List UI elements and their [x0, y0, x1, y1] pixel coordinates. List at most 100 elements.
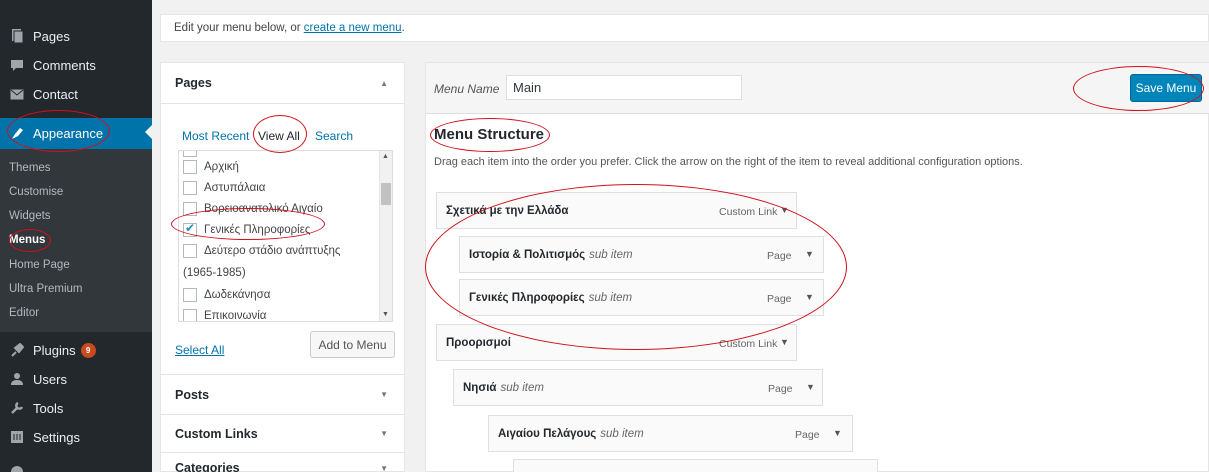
admin-sidebar: Pages Comments Contact Appearance Themes…: [0, 0, 152, 472]
checkbox[interactable]: [183, 202, 197, 216]
caret-up-icon: ▲: [380, 78, 388, 88]
caret-down-icon: ▼: [380, 463, 388, 472]
sidebar-item-label: Appearance: [33, 126, 104, 141]
posts-section-header[interactable]: Posts ▼: [161, 374, 404, 415]
item-toggle-arrow-icon[interactable]: ▼: [805, 292, 814, 302]
list-item[interactable]: Αρχική: [183, 160, 239, 174]
menu-item-type: Custom Link: [719, 206, 778, 218]
menu-item-title: Γενικές Πληροφορίες sub item: [469, 292, 633, 304]
checkbox[interactable]: [183, 288, 197, 302]
list-item[interactable]: Βορειοανατολικό Αιγαίο: [183, 202, 323, 216]
item-toggle-arrow-icon[interactable]: ▼: [806, 382, 815, 392]
item-toggle-arrow-icon[interactable]: ▼: [780, 205, 789, 215]
sidebar-item-users[interactable]: Users: [0, 365, 152, 393]
menu-item-title: Ιστορία & Πολιτισμός sub item: [469, 249, 633, 261]
appearance-submenu: Themes Customise Widgets Menus Home Page…: [0, 149, 152, 332]
edit-menu-notice: Edit your menu below, or create a new me…: [160, 14, 1209, 42]
scroll-up-icon[interactable]: ▲: [382, 153, 389, 160]
create-new-menu-link[interactable]: create a new menu: [304, 22, 402, 34]
tab-search[interactable]: Search: [315, 129, 353, 143]
menu-item[interactable]: Προορισμοί Custom Link ▼: [436, 324, 797, 361]
menu-editor-header: Menu Name Save Menu: [426, 63, 1209, 114]
item-toggle-arrow-icon[interactable]: ▼: [805, 249, 814, 259]
sidebar-item-appearance[interactable]: Appearance: [0, 118, 152, 149]
checkbox-checked[interactable]: [183, 221, 197, 237]
page-label: Γενικές Πληροφορίες: [204, 224, 311, 236]
item-toggle-arrow-icon[interactable]: ▼: [780, 337, 789, 347]
checklist-scrollbar[interactable]: ▲ ▼: [379, 151, 392, 321]
menu-item[interactable]: Αιγαίου Πελάγους sub item Page ▼: [488, 415, 853, 452]
menu-item[interactable]: Νησιά sub item Page ▼: [453, 369, 823, 406]
pages-section-header[interactable]: Pages ▲: [161, 63, 404, 104]
menu-editor: Menu Name Save Menu Menu Structure Drag …: [425, 62, 1209, 472]
checkbox[interactable]: [183, 160, 197, 174]
submenu-customise[interactable]: Customise: [9, 186, 63, 198]
circle-icon: [9, 464, 25, 472]
paintbrush-icon: [9, 126, 25, 142]
comments-icon: [9, 57, 25, 73]
sidebar-item-label: Comments: [33, 57, 96, 73]
sidebar-item-comments[interactable]: Comments: [0, 51, 152, 79]
sidebar-item-pages[interactable]: Pages: [0, 22, 152, 50]
menu-structure-title: Menu Structure: [434, 126, 545, 143]
sub-item-label: sub item: [500, 382, 544, 394]
pages-checklist: Αρχική Αστυπάλαια Βορειοανατολικό Αιγαίο…: [178, 150, 393, 322]
scroll-down-icon[interactable]: ▼: [382, 311, 389, 318]
sidebar-item-settings[interactable]: Settings: [0, 423, 152, 451]
sidebar-item-tools[interactable]: Tools: [0, 394, 152, 422]
checkbox[interactable]: [183, 309, 197, 321]
sub-item-label: sub item: [589, 249, 633, 261]
tab-view-all[interactable]: View All: [258, 129, 300, 143]
submenu-widgets[interactable]: Widgets: [9, 210, 51, 222]
menu-name-input[interactable]: [506, 75, 742, 100]
submenu-home-page[interactable]: Home Page: [9, 259, 70, 271]
add-to-menu-button[interactable]: Add to Menu: [310, 331, 395, 358]
menu-name-label: Menu Name: [434, 82, 500, 96]
page-label: Επικοινωνία: [204, 310, 267, 322]
menu-item[interactable]: [513, 459, 878, 472]
sidebar-item-contact[interactable]: Contact: [0, 80, 152, 108]
menu-item-type: Page: [768, 383, 793, 395]
section-title: Posts: [175, 387, 210, 402]
save-menu-button[interactable]: Save Menu: [1130, 74, 1202, 102]
submenu-ultra-premium[interactable]: Ultra Premium: [9, 283, 82, 295]
section-title: Categories: [175, 461, 240, 472]
checkbox[interactable]: [183, 151, 197, 157]
scrollbar-thumb[interactable]: [381, 183, 391, 205]
list-item[interactable]: Επικοινωνία: [183, 309, 267, 322]
item-toggle-arrow-icon[interactable]: ▼: [833, 428, 842, 438]
list-item[interactable]: Δεύτερο στάδιο ανάπτυξης: [183, 244, 340, 258]
list-item[interactable]: Αστυπάλαια: [183, 181, 265, 195]
menu-item-title: Νησιά sub item: [463, 382, 544, 394]
tab-most-recent[interactable]: Most Recent: [182, 129, 249, 143]
menu-item-title: Αιγαίου Πελάγους sub item: [498, 428, 644, 440]
menu-item[interactable]: Ιστορία & Πολιτισμός sub item Page ▼: [459, 236, 824, 273]
submenu-editor[interactable]: Editor: [9, 307, 39, 319]
list-item[interactable]: Δωδεκάνησα: [183, 288, 270, 302]
page-label: Αρχική: [204, 161, 239, 173]
caret-down-icon: ▼: [380, 429, 388, 438]
checkbox[interactable]: [183, 181, 197, 195]
submenu-menus[interactable]: Menus: [9, 234, 45, 246]
menu-item[interactable]: Γενικές Πληροφορίες sub item Page ▼: [459, 279, 824, 316]
sub-item-label: sub item: [588, 292, 633, 304]
menu-item[interactable]: Σχετικά με την Ελλάδα Custom Link ▼: [436, 192, 797, 229]
page-label: Δωδεκάνησα: [204, 289, 271, 301]
list-item[interactable]: [183, 151, 204, 157]
section-title: Pages: [175, 76, 212, 90]
sidebar-item-collapse[interactable]: [0, 458, 152, 472]
categories-section-header[interactable]: Categories ▼: [161, 453, 404, 472]
list-item[interactable]: Γενικές Πληροφορίες: [183, 221, 311, 237]
page-label: Δεύτερο στάδιο ανάπτυξης: [204, 245, 341, 257]
custom-links-section-header[interactable]: Custom Links ▼: [161, 415, 404, 453]
submenu-themes[interactable]: Themes: [9, 162, 51, 174]
sidebar-item-label: Users: [33, 371, 67, 387]
menu-item-type: Custom Link: [719, 338, 778, 350]
select-all-link[interactable]: Select All: [175, 343, 224, 357]
sidebar-item-label: Settings: [33, 429, 80, 445]
sidebar-item-plugins[interactable]: Plugins 9: [0, 336, 152, 364]
sidebar-item-label: Plugins: [33, 342, 76, 358]
checkbox[interactable]: [183, 244, 197, 258]
section-title: Custom Links: [175, 426, 258, 441]
sub-item-label: sub item: [600, 428, 644, 440]
